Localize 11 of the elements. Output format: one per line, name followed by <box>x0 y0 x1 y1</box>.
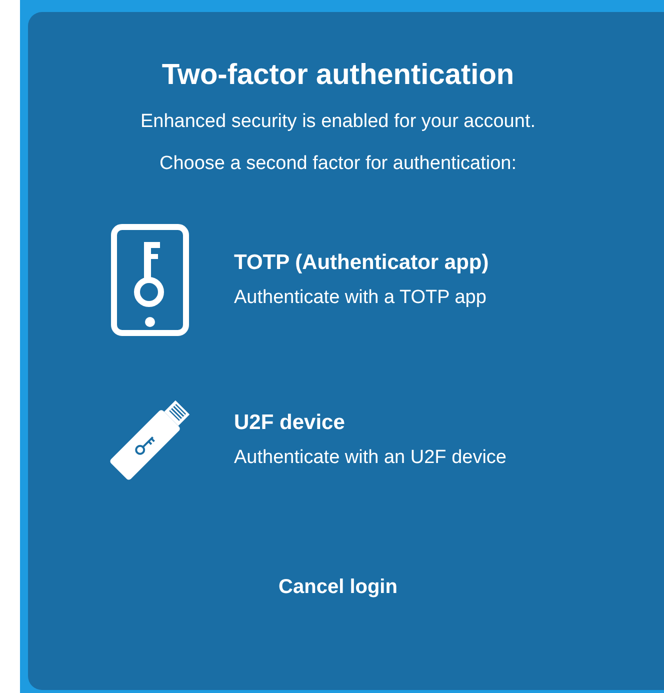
option-description: Authenticate with an U2F device <box>234 446 506 470</box>
intro-text: Choose a second factor for authentication: <box>159 152 516 176</box>
factor-option[interactable]: U2F device Authenticate with an U2F device <box>98 388 638 492</box>
option-title: TOTP (Authenticator app) <box>234 250 489 276</box>
phone-key-icon <box>111 224 189 336</box>
option-description: Authenticate with a TOTP app <box>234 286 488 310</box>
cancel-login-button[interactable]: Cancel login <box>266 568 410 606</box>
option-title: U2F device <box>234 410 346 436</box>
factor-option[interactable]: TOTP (Authenticator app) Authenticate with a TOTP app <box>98 224 638 336</box>
dialog-title: Two-factor authentication <box>160 58 516 93</box>
intro-text: Enhanced security is enabled for your account. <box>140 110 536 134</box>
